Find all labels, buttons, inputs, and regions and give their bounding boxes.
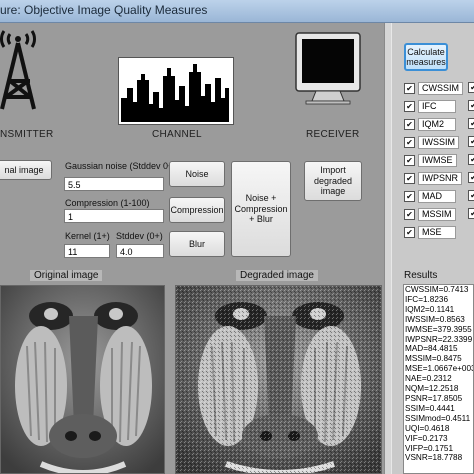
baboon-original-image <box>1 286 164 473</box>
kernel-input[interactable]: 11 <box>64 244 110 258</box>
result-line: VIFP=0.1751 <box>405 443 454 453</box>
measure-checkbox-row[interactable]: ✔ CWSSIM <box>404 82 463 95</box>
channel-skyline-image <box>118 57 234 125</box>
result-line: SSIMmod=0.4511 <box>405 413 471 423</box>
result-line: PSNR=17.8505 <box>405 393 463 403</box>
measure-checkbox-row[interactable]: ✔ MSE <box>404 226 456 239</box>
blur-button[interactable]: Blur <box>169 231 225 257</box>
receiver-caption: RECEIVER <box>306 129 360 140</box>
result-line: MSSIM=0.8475 <box>405 354 462 364</box>
measure-checkbox-label: IWMSE <box>418 154 457 167</box>
checkbox-check-icon[interactable]: ✔ <box>404 137 415 148</box>
measure-checkbox-label: CWSSIM <box>418 82 463 95</box>
measure-checkbox-right[interactable]: ✔ <box>468 154 474 165</box>
receiver-monitor-icon <box>295 32 361 105</box>
window-title: ure: Objective Image Quality Measures <box>0 3 208 17</box>
result-line: MSE=1.0667e+003 <box>405 364 474 374</box>
measure-checkbox-label: IFC <box>418 100 456 113</box>
compression-button[interactable]: Compression <box>169 197 225 223</box>
city-skyline-icon <box>121 64 229 122</box>
import-degraded-button[interactable]: Import degraded image <box>304 161 362 201</box>
result-line: IWPSNR=22.3399 <box>405 334 473 344</box>
stddev-input[interactable]: 4.0 <box>116 244 164 258</box>
measure-checkbox-row[interactable]: ✔ IWMSE <box>404 154 457 167</box>
result-line: VSNR=18.7788 <box>405 453 463 463</box>
measure-checkbox-right[interactable]: ✔ <box>468 100 474 111</box>
results-label: Results <box>404 270 438 281</box>
compression-input[interactable]: 1 <box>64 209 164 223</box>
result-line: IWSSIM=0.8563 <box>405 314 465 324</box>
result-line: MAD=84.4815 <box>405 344 458 354</box>
compression-label: Compression (1-100) <box>65 198 150 208</box>
measure-checkbox-label: IWSSIM <box>418 136 459 149</box>
checkbox-check-icon[interactable]: ✔ <box>404 101 415 112</box>
baboon-degraded-image <box>176 286 381 473</box>
measure-checkbox-row[interactable]: ✔ IQM2 <box>404 118 456 131</box>
noise-button[interactable]: Noise <box>169 161 225 187</box>
transmitter-tower-icon <box>0 30 37 110</box>
measure-checkbox-right[interactable]: ✔ <box>468 118 474 129</box>
result-line: CWSSIM=0.7413 <box>405 285 469 294</box>
calculate-measures-button[interactable]: Calculate measures <box>404 43 448 71</box>
result-line: NAE=0.2312 <box>405 374 452 384</box>
measure-checkbox-right[interactable]: ✔ <box>468 172 474 183</box>
degraded-image-caption: Degraded image <box>236 270 318 281</box>
measure-checkbox-right[interactable]: ✔ <box>468 136 474 147</box>
result-line: IQM2=0.1141 <box>405 304 455 314</box>
combined-degradation-button[interactable]: Noise + Compression + Blur <box>231 161 291 257</box>
channel-caption: CHANNEL <box>152 129 202 140</box>
measure-checkbox-label: MSSIM <box>418 208 456 221</box>
measure-checkbox-row[interactable]: ✔ MSSIM <box>404 208 456 221</box>
measure-checkbox-row[interactable]: ✔ MAD <box>404 190 456 203</box>
result-line: NQM=12.2518 <box>405 384 459 394</box>
checkbox-check-icon[interactable]: ✔ <box>404 191 415 202</box>
gaussian-noise-label: Gaussian noise (Stddev 0+) <box>65 161 177 171</box>
measure-checkbox-row[interactable]: ✔ IFC <box>404 100 456 113</box>
panel-splitter[interactable] <box>384 23 391 474</box>
stddev-label: Stddev (0+) <box>116 231 163 241</box>
gaussian-noise-input[interactable]: 5.5 <box>64 177 164 191</box>
checkbox-check-icon[interactable]: ✔ <box>404 83 415 94</box>
measure-checkbox-label: MSE <box>418 226 456 239</box>
checkbox-check-icon[interactable]: ✔ <box>404 155 415 166</box>
result-line: IWMSE=379.3955 <box>405 324 472 334</box>
result-line: IFC=1.8236 <box>405 294 449 304</box>
results-textbox[interactable]: CWSSIM=0.7413 IFC=1.8236 IQM2=0.1141 IWSSIM… <box>403 284 474 474</box>
checkbox-check-icon[interactable]: ✔ <box>404 173 415 184</box>
original-image-caption: Original image <box>30 270 103 281</box>
result-line: UQI=0.4618 <box>405 423 450 433</box>
checkbox-check-icon[interactable]: ✔ <box>404 209 415 220</box>
measure-checkbox-right[interactable]: ✔ <box>468 208 474 219</box>
result-line: VIF=0.2173 <box>405 433 448 443</box>
result-line: SSIM=0.4441 <box>405 403 455 413</box>
measure-checkbox-label: IWPSNR <box>418 172 462 185</box>
measure-checkbox-label: MAD <box>418 190 456 203</box>
measure-checkbox-right[interactable]: ✔ <box>468 190 474 201</box>
measure-checkbox-label: IQM2 <box>418 118 456 131</box>
measure-checkbox-row[interactable]: ✔ IWSSIM <box>404 136 459 149</box>
measure-checkbox-right[interactable]: ✔ <box>468 82 474 93</box>
kernel-label: Kernel (1+) <box>65 231 110 241</box>
original-image-view <box>0 285 165 474</box>
checkbox-check-icon[interactable]: ✔ <box>404 119 415 130</box>
checkbox-check-icon[interactable]: ✔ <box>404 227 415 238</box>
degraded-image-view <box>175 285 382 474</box>
measure-checkbox-row[interactable]: ✔ IWPSNR <box>404 172 462 185</box>
transmitter-caption: NSMITTER <box>0 129 54 140</box>
original-image-button[interactable]: nal image <box>0 160 52 180</box>
title-bar: ure: Objective Image Quality Measures <box>0 0 474 23</box>
